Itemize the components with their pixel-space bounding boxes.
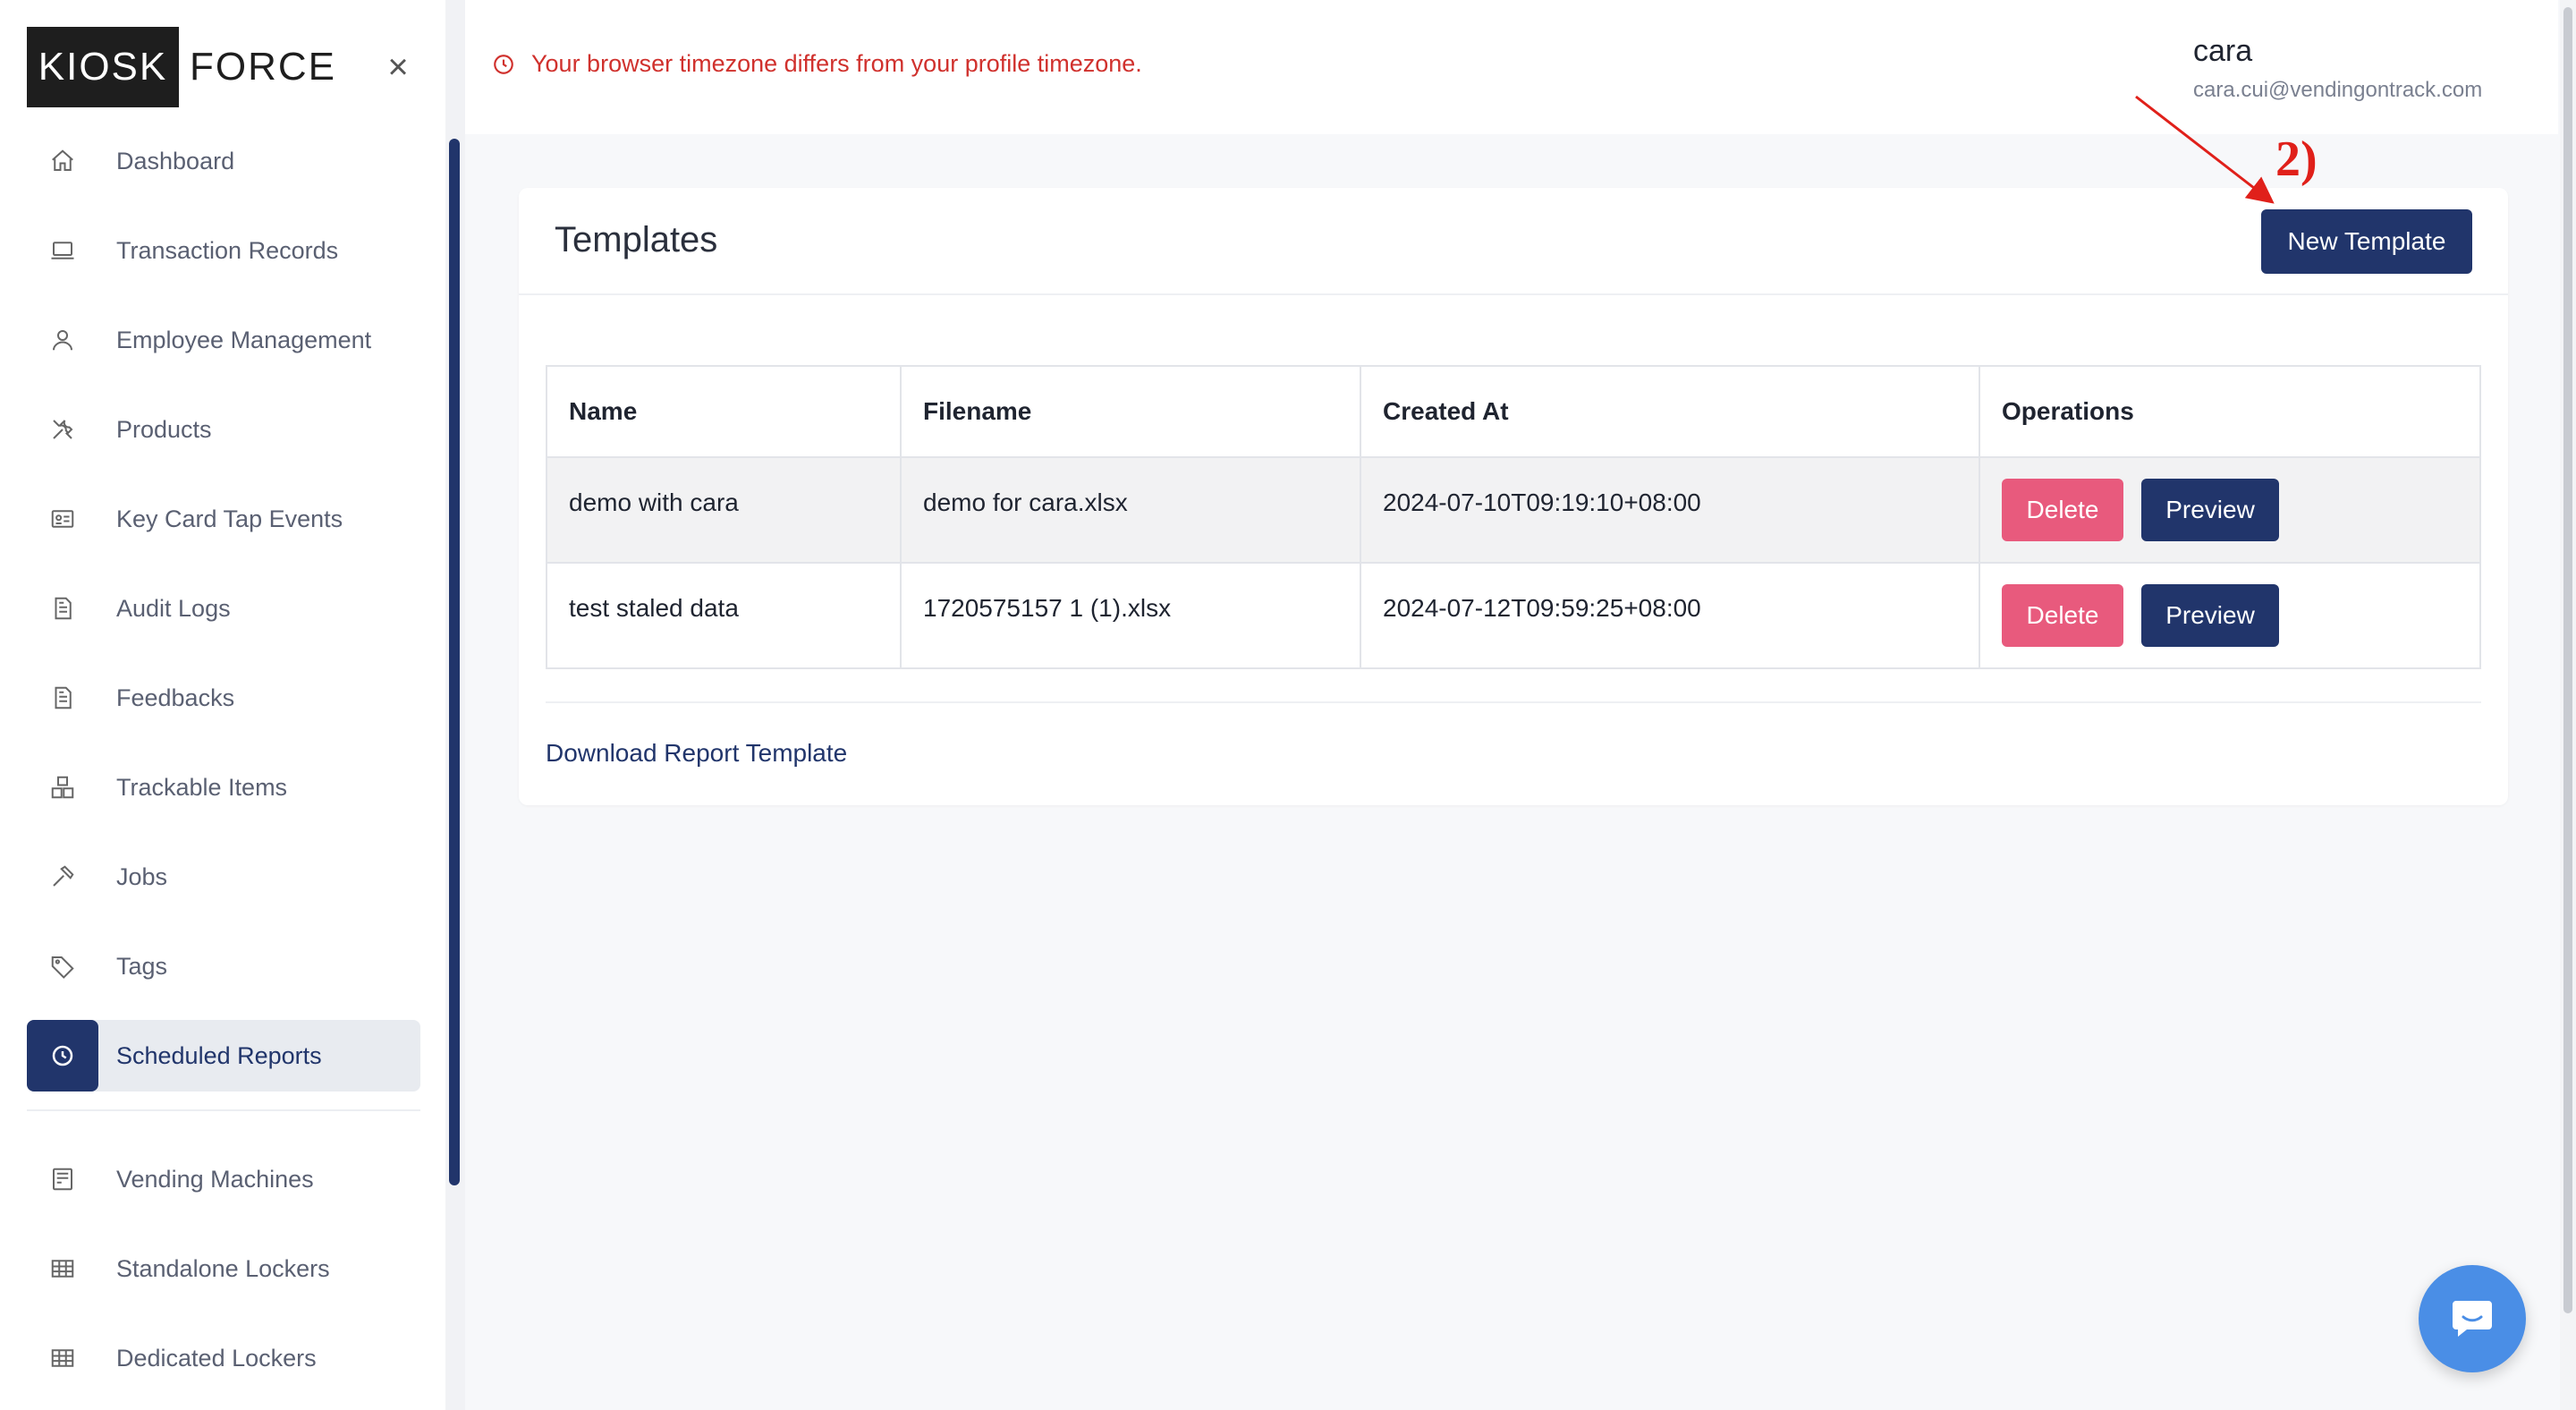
sidebar-item-products[interactable]: Products <box>27 394 420 465</box>
sidebar-item-label: Dashboard <box>116 147 235 174</box>
cell-filename: 1720575157 1 (1).xlsx <box>900 562 1361 669</box>
cell-name: test staled data <box>546 562 902 669</box>
logo-right: FORCE <box>190 45 336 89</box>
timezone-warning: Your browser timezone differs from your … <box>492 50 1142 78</box>
document-icon <box>27 662 98 734</box>
kiosk-force-logo: KIOSK FORCE <box>27 27 336 107</box>
tools-icon <box>27 394 98 465</box>
grid-icon <box>27 1233 98 1304</box>
card-divider <box>546 701 2481 703</box>
cell-created-at: 2024-07-12T09:59:25+08:00 <box>1360 562 1980 669</box>
logo-left: KIOSK <box>27 27 179 107</box>
close-sidebar-icon[interactable]: × <box>377 47 419 88</box>
sidebar-item-label: Employee Management <box>116 326 372 353</box>
sidebar-item-jobs[interactable]: Jobs <box>27 841 420 913</box>
grid-icon <box>27 1322 98 1394</box>
column-header-created-at[interactable]: Created At <box>1360 365 1980 458</box>
cell-operations: Delete Preview <box>1979 562 2481 669</box>
user-icon <box>27 304 98 376</box>
cell-name: demo with cara <box>546 456 902 564</box>
column-header-operations: Operations <box>1979 365 2481 458</box>
delete-button[interactable]: Delete <box>2002 584 2123 647</box>
hammer-icon <box>27 841 98 913</box>
machine-icon <box>27 1143 98 1215</box>
sidebar-item-label: Scheduled Reports <box>116 1041 322 1069</box>
page-scrollbar-thumb[interactable] <box>2563 7 2572 1313</box>
preview-button[interactable]: Preview <box>2141 479 2279 541</box>
cell-filename: demo for cara.xlsx <box>900 456 1361 564</box>
timezone-warning-text: Your browser timezone differs from your … <box>531 50 1142 77</box>
sidebar-item-label: Vending Machines <box>116 1165 314 1193</box>
sidebar-item-standalone-lockers[interactable]: Standalone Lockers <box>27 1233 420 1304</box>
sidebar-item-label: Jobs <box>116 862 168 890</box>
sidebar-item-audit-logs[interactable]: Audit Logs <box>27 573 420 644</box>
sidebar-item-key-card-tap-events[interactable]: Key Card Tap Events <box>27 483 420 555</box>
sidebar-item-label: Dedicated Lockers <box>116 1344 317 1372</box>
delete-button[interactable]: Delete <box>2002 479 2123 541</box>
cell-operations: Delete Preview <box>1979 456 2481 564</box>
sidebar-item-label: Products <box>116 415 212 443</box>
sidebar-item-label: Transaction Records <box>116 236 339 264</box>
sidebar-item-vending-machines[interactable]: Vending Machines <box>27 1143 420 1215</box>
monitor-icon <box>27 215 98 286</box>
sidebar-scrollbar-thumb[interactable] <box>449 139 460 1185</box>
sidebar-item-tags[interactable]: Tags <box>27 930 420 1002</box>
sidebar-item-scheduled-reports[interactable]: Scheduled Reports <box>27 1020 420 1091</box>
cell-created-at: 2024-07-10T09:19:10+08:00 <box>1360 456 1980 564</box>
sidebar-item-label: Feedbacks <box>116 684 235 711</box>
download-report-template-link[interactable]: Download Report Template <box>546 739 847 768</box>
home-icon <box>27 125 98 197</box>
sidebar-item-label: Audit Logs <box>116 594 231 622</box>
nav-divider <box>27 1109 420 1111</box>
clock-icon <box>27 1020 98 1091</box>
sidebar-item-trackable-items[interactable]: Trackable Items <box>27 752 420 823</box>
annotation-label: 2) <box>2275 132 2318 187</box>
sidebar-item-label: Standalone Lockers <box>116 1254 330 1282</box>
annotation-arrow <box>2135 95 2275 204</box>
chat-widget-button[interactable] <box>2419 1265 2526 1372</box>
new-template-button[interactable]: New Template <box>2261 209 2472 274</box>
id-card-icon <box>27 483 98 555</box>
sidebar-item-transaction-records[interactable]: Transaction Records <box>27 215 420 286</box>
table-header-row: Name Filename Created At Operations <box>546 365 2481 458</box>
table-row: demo with cara demo for cara.xlsx 2024-0… <box>546 456 2481 564</box>
table-row: test staled data 1720575157 1 (1).xlsx 2… <box>546 562 2481 669</box>
column-header-name[interactable]: Name <box>546 365 902 458</box>
sidebar-nav: Dashboard Transaction Records Employee M… <box>27 125 420 1410</box>
sidebar: KIOSK FORCE × Dashboard Transaction Reco… <box>0 0 449 1410</box>
user-name: cara <box>2193 34 2253 68</box>
templates-card: Templates New Template Name Filename Cre… <box>519 188 2508 805</box>
tag-icon <box>27 930 98 1002</box>
logo-row: KIOSK FORCE × <box>27 27 420 107</box>
sidebar-item-dedicated-lockers[interactable]: Dedicated Lockers <box>27 1322 420 1394</box>
sidebar-item-employee-management[interactable]: Employee Management <box>27 304 420 376</box>
templates-table: Name Filename Created At Operations demo… <box>546 365 2481 669</box>
sidebar-item-dashboard[interactable]: Dashboard <box>27 125 420 197</box>
chat-bubble-icon <box>2453 1301 2492 1337</box>
sidebar-item-feedbacks[interactable]: Feedbacks <box>27 662 420 734</box>
sidebar-item-label: Tags <box>116 952 168 980</box>
sidebar-item-label: Trackable Items <box>116 773 288 801</box>
document-icon <box>27 573 98 644</box>
column-header-filename[interactable]: Filename <box>900 365 1361 458</box>
boxes-icon <box>27 752 98 823</box>
clock-warning-icon <box>494 54 513 74</box>
sidebar-item-label: Key Card Tap Events <box>116 505 343 532</box>
page-title: Templates <box>555 220 718 259</box>
preview-button[interactable]: Preview <box>2141 584 2279 647</box>
